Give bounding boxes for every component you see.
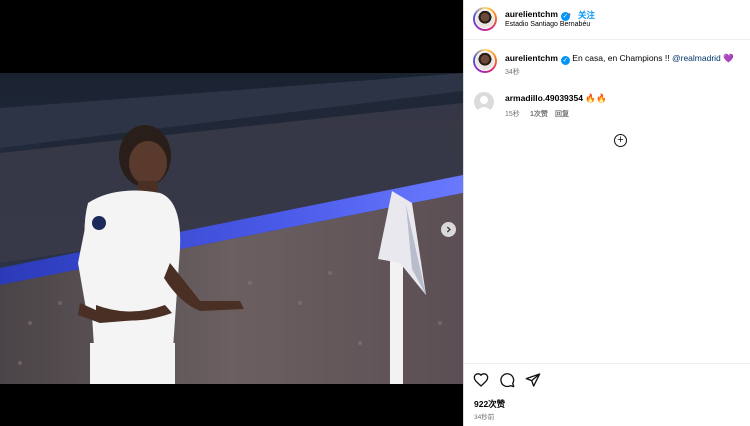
author-avatar[interactable] — [473, 7, 497, 31]
comment-bubble-icon[interactable] — [499, 372, 515, 388]
like-count[interactable]: 922次赞 — [474, 398, 505, 410]
post-side-panel: aurelientchm ✓ • 关注 Estadio Santiago Bern… — [463, 0, 750, 426]
chevron-right-icon — [446, 226, 451, 233]
caption-avatar[interactable] — [473, 49, 497, 73]
reply-button[interactable]: 回复 — [555, 109, 569, 119]
post-media — [0, 0, 463, 426]
stadium-photo — [0, 73, 463, 384]
paper-plane-icon[interactable] — [525, 372, 541, 388]
header-divider — [464, 39, 750, 40]
caption-username[interactable]: aurelientchm — [505, 53, 558, 63]
author-username[interactable]: aurelientchm — [505, 9, 558, 19]
actions-divider — [464, 363, 750, 364]
comment-likes[interactable]: 1次赞 — [530, 109, 548, 119]
post-header-user[interactable]: aurelientchm ✓ — [505, 9, 570, 21]
post-photo[interactable] — [0, 73, 463, 384]
separator-dot: • — [568, 10, 571, 19]
verified-badge-icon: ✓ — [560, 56, 570, 65]
post-time[interactable]: 34秒前 — [474, 411, 494, 421]
commenter-avatar[interactable] — [474, 92, 494, 112]
heart-icon[interactable] — [473, 372, 489, 388]
plus-circle-icon[interactable]: + — [614, 134, 627, 147]
comment-time[interactable]: 15秒 — [505, 109, 520, 119]
caption-emoji: 💜 — [723, 53, 734, 63]
caption-time[interactable]: 34秒 — [505, 67, 520, 77]
caption-mention[interactable]: @realmadrid — [672, 53, 721, 63]
comment-row: armadillo.49039354 🔥🔥 — [505, 93, 607, 104]
comment-username[interactable]: armadillo.49039354 — [505, 93, 583, 103]
comment-text: 🔥🔥 — [585, 93, 607, 103]
next-image-button[interactable] — [441, 222, 456, 237]
follow-button[interactable]: 关注 — [578, 9, 595, 21]
caption-text: En casa, en Champions !! — [572, 53, 672, 63]
post-location[interactable]: Estadio Santiago Bernabéu — [505, 21, 590, 28]
default-avatar-icon — [476, 96, 492, 112]
caption: aurelientchm ✓ En casa, en Champions !! @… — [505, 53, 734, 65]
